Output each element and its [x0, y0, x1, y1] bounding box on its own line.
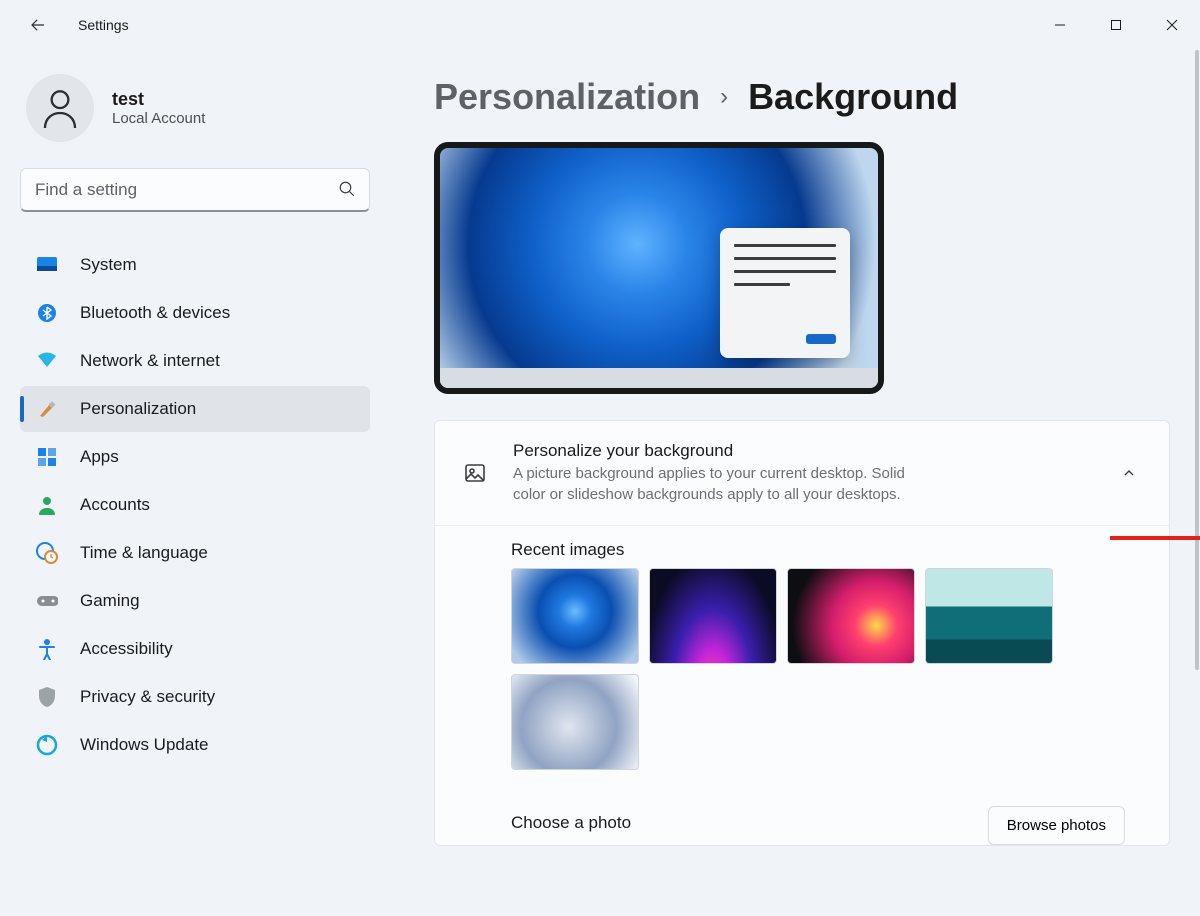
chevron-up-icon[interactable]: [1115, 465, 1143, 481]
sidebar-item-bluetooth[interactable]: Bluetooth & devices: [20, 290, 370, 336]
sidebar: test Local Account System Bluetooth & de…: [0, 50, 390, 916]
system-icon: [36, 254, 58, 276]
minimize-button[interactable]: [1032, 0, 1088, 50]
preview-window-mockup: [720, 228, 850, 358]
shield-icon: [36, 686, 58, 708]
search-icon: [338, 180, 356, 198]
bluetooth-icon: [36, 302, 58, 324]
recent-image-thumbnail[interactable]: [787, 568, 915, 664]
minimize-icon: [1054, 19, 1066, 31]
sidebar-item-label: Windows Update: [80, 735, 209, 755]
paintbrush-icon: [36, 398, 58, 420]
maximize-button[interactable]: [1088, 0, 1144, 50]
sidebar-item-privacy[interactable]: Privacy & security: [20, 674, 370, 720]
window-controls: [1032, 0, 1200, 50]
picture-icon: [461, 461, 489, 485]
sidebar-item-windows-update[interactable]: Windows Update: [20, 722, 370, 768]
recent-image-thumbnail[interactable]: [511, 568, 639, 664]
sidebar-item-label: Apps: [80, 447, 119, 467]
choose-photo-title: Choose a photo: [511, 813, 964, 833]
wifi-icon: [36, 350, 58, 372]
setting-title: Personalize your background: [513, 441, 1091, 461]
sidebar-item-network[interactable]: Network & internet: [20, 338, 370, 384]
arrow-left-icon: [29, 16, 47, 34]
search-input[interactable]: [20, 168, 370, 212]
sidebar-item-label: Personalization: [80, 399, 196, 419]
user-subtitle: Local Account: [112, 110, 205, 127]
sidebar-item-time-language[interactable]: Time & language: [20, 530, 370, 576]
title-bar: Settings: [0, 0, 1200, 50]
avatar: [26, 74, 94, 142]
breadcrumb: Personalization › Background: [434, 76, 1170, 118]
recent-images-section: Recent images: [435, 526, 1169, 770]
sidebar-item-system[interactable]: System: [20, 242, 370, 288]
user-name: test: [112, 89, 205, 110]
sidebar-item-label: Time & language: [80, 543, 208, 563]
apps-icon: [36, 446, 58, 468]
gamepad-icon: [36, 590, 58, 612]
scrollbar[interactable]: [1191, 50, 1199, 916]
close-icon: [1166, 19, 1178, 31]
main-panel: Personalization › Background Personalize…: [390, 50, 1200, 916]
chevron-right-icon: ›: [720, 83, 728, 111]
recent-image-thumbnail[interactable]: [925, 568, 1053, 664]
sidebar-nav: System Bluetooth & devices Network & int…: [20, 242, 370, 768]
accessibility-icon: [36, 638, 58, 660]
recent-image-thumbnail[interactable]: [511, 674, 639, 770]
recent-images-title: Recent images: [511, 540, 1169, 560]
settings-card: Personalize your background A picture ba…: [434, 420, 1170, 846]
sidebar-item-accessibility[interactable]: Accessibility: [20, 626, 370, 672]
sidebar-item-accounts[interactable]: Accounts: [20, 482, 370, 528]
sidebar-item-label: Gaming: [80, 591, 140, 611]
sidebar-item-label: Bluetooth & devices: [80, 303, 230, 323]
setting-description: A picture background applies to your cur…: [513, 463, 933, 505]
sidebar-item-label: Network & internet: [80, 351, 220, 371]
back-button[interactable]: [22, 9, 54, 41]
breadcrumb-parent[interactable]: Personalization: [434, 76, 700, 118]
sidebar-item-label: Privacy & security: [80, 687, 215, 707]
sidebar-item-label: Accessibility: [80, 639, 173, 659]
globe-clock-icon: [36, 542, 58, 564]
sidebar-item-apps[interactable]: Apps: [20, 434, 370, 480]
recent-image-thumbnail[interactable]: [649, 568, 777, 664]
update-icon: [36, 734, 58, 756]
browse-photos-button[interactable]: Browse photos: [988, 806, 1125, 845]
sidebar-item-label: System: [80, 255, 137, 275]
search-box[interactable]: [20, 168, 370, 212]
person-icon: [40, 86, 80, 130]
maximize-icon: [1110, 19, 1122, 31]
choose-photo-row: Choose a photo Browse photos: [435, 770, 1169, 845]
sidebar-item-label: Accounts: [80, 495, 150, 515]
personalize-background-row[interactable]: Personalize your background A picture ba…: [435, 421, 1169, 526]
desktop-preview: [434, 142, 884, 394]
sidebar-item-gaming[interactable]: Gaming: [20, 578, 370, 624]
user-profile[interactable]: test Local Account: [20, 64, 370, 168]
page-title: Background: [748, 76, 958, 118]
close-button[interactable]: [1144, 0, 1200, 50]
person-icon: [36, 494, 58, 516]
scrollbar-thumb[interactable]: [1195, 50, 1199, 670]
sidebar-item-personalization[interactable]: Personalization: [20, 386, 370, 432]
app-title: Settings: [78, 17, 129, 33]
